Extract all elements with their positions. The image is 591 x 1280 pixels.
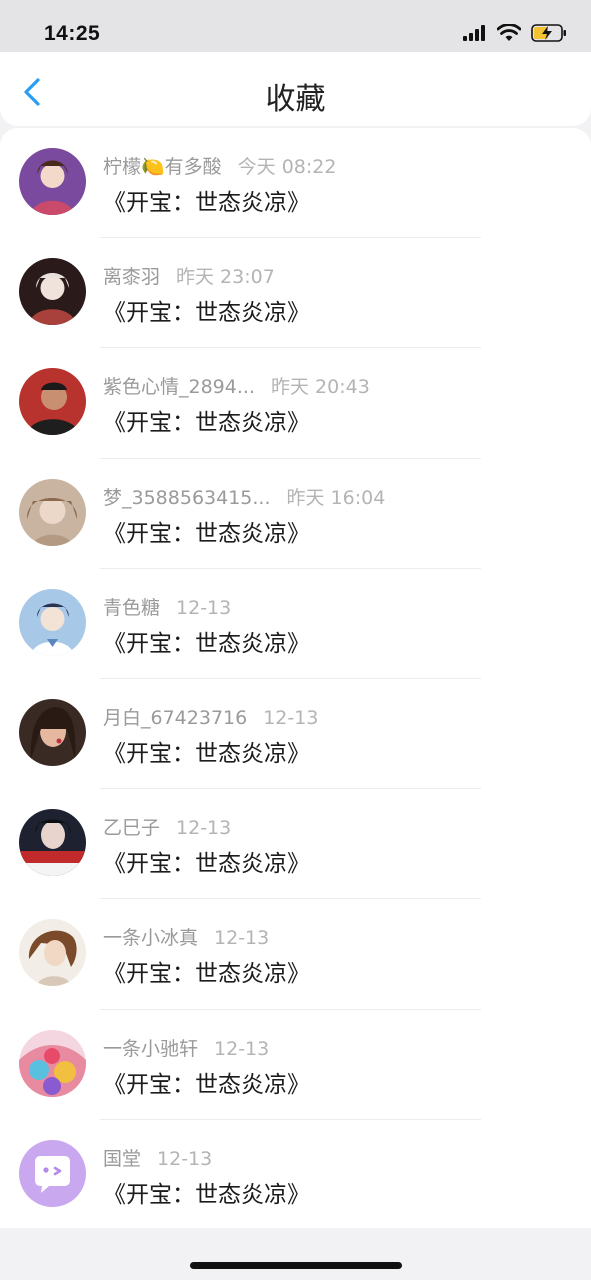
user-name[interactable]: 离桼羽 [103,266,160,288]
user-avatar-icon [19,809,86,877]
item-content[interactable]: 《开宝：世态炎凉》 [103,1065,310,1099]
item-content[interactable]: 《开宝：世态炎凉》 [103,403,310,437]
avatar[interactable] [19,588,86,656]
wifi-icon [497,24,521,41]
user-name[interactable]: 国堂 [103,1148,141,1170]
list-item[interactable]: 一条小冰真 12-13 《开宝：世态炎凉》 [0,899,591,1010]
user-name[interactable]: 月白_67423716 [103,707,247,729]
timestamp: 今天 08:22 [237,156,337,178]
item-content[interactable]: 《开宝：世态炎凉》 [103,954,310,988]
item-content[interactable]: 《开宝：世态炎凉》 [103,183,310,217]
item-content[interactable]: 《开宝：世态炎凉》 [103,734,310,768]
item-content[interactable]: 《开宝：世态炎凉》 [103,293,310,327]
list-item[interactable]: 青色糖 12-13 《开宝：世态炎凉》 [0,569,591,679]
item-meta: 梦_3588563415... 昨天 16:04 [103,483,385,510]
timestamp: 12-13 [214,927,270,950]
battery-charging-icon [531,24,566,42]
list-item[interactable]: 紫色心情_2894... 昨天 20:43 《开宝：世态炎凉》 [0,348,591,459]
user-name[interactable]: 一条小驰轩 [103,1038,198,1060]
avatar[interactable] [19,148,86,215]
avatar[interactable] [19,478,86,546]
list-item[interactable]: 月白_67423716 12-13 《开宝：世态炎凉》 [0,679,591,790]
home-indicator[interactable] [190,1262,402,1269]
status-time: 14:25 [44,22,101,45]
timestamp: 12-13 [214,1037,270,1060]
user-avatar-icon [19,588,86,656]
item-meta: 离桼羽 昨天 23:07 [103,262,275,289]
avatar[interactable] [19,368,86,436]
bottom-area [0,1228,591,1280]
list-item[interactable]: 柠檬🍋有多酸 今天 08:22 《开宝：世态炎凉》 [0,128,591,239]
cellular-signal-icon [463,25,485,41]
item-meta: 月白_67423716 12-13 [103,703,318,730]
item-content[interactable]: 《开宝：世态炎凉》 [103,624,310,658]
timestamp: 昨天 23:07 [176,266,275,289]
list-item[interactable]: 离桼羽 昨天 23:07 《开宝：世态炎凉》 [0,238,591,349]
timestamp: 昨天 16:04 [286,486,386,509]
item-content[interactable]: 《开宝：世态炎凉》 [103,1175,310,1209]
user-avatar-icon [19,368,86,436]
user-name[interactable]: 乙巳子 [103,817,160,839]
list-item[interactable]: 乙巳子 12-13 《开宝：世态炎凉》 [0,789,591,900]
timestamp: 12-13 [176,817,232,840]
user-avatar-icon [19,919,86,987]
avatar[interactable] [19,1029,86,1097]
list-item[interactable]: 国堂 12-13 《开宝：世态炎凉》 [0,1120,591,1228]
user-name[interactable]: 梦_3588563415... [103,487,271,509]
avatar[interactable] [19,258,86,326]
list-item[interactable]: 梦_3588563415... 昨天 16:04 《开宝：世态炎凉》 [0,459,591,569]
timestamp: 12-13 [263,706,319,729]
user-avatar-icon [19,258,86,326]
item-meta: 青色糖 12-13 [103,593,231,620]
item-meta: 乙巳子 12-13 [103,813,231,840]
avatar[interactable] [19,698,86,766]
timestamp: 12-13 [176,596,232,619]
navigation-bar: 收藏 [0,52,591,126]
list-item[interactable]: 一条小驰轩 12-13 《开宝：世态炎凉》 [0,1010,591,1120]
user-avatar-icon [19,1029,86,1097]
user-avatar-icon [19,478,86,546]
item-meta: 国堂 12-13 [103,1144,212,1171]
avatar[interactable] [19,809,86,877]
timestamp: 12-13 [157,1147,213,1170]
timestamp: 昨天 20:43 [270,376,370,399]
item-meta: 紫色心情_2894... 昨天 20:43 [103,372,370,399]
user-name[interactable]: 紫色心情_2894... [103,376,255,398]
status-bar: 14:25 [0,0,591,52]
avatar[interactable] [19,1139,86,1207]
status-icons [463,24,567,42]
user-name[interactable]: 柠檬🍋有多酸 [103,156,222,178]
avatar[interactable] [19,919,86,987]
user-name[interactable]: 一条小冰真 [103,927,198,949]
page-title: 收藏 [265,82,326,117]
default-avatar-icon [19,1139,86,1207]
item-content[interactable]: 《开宝：世态炎凉》 [103,514,310,548]
user-avatar-icon [19,698,86,766]
item-meta: 一条小冰真 12-13 [103,923,269,950]
item-content[interactable]: 《开宝：世态炎凉》 [103,844,310,878]
item-meta: 一条小驰轩 12-13 [103,1034,269,1061]
user-avatar-icon [19,148,86,215]
item-meta: 柠檬🍋有多酸 今天 08:22 [103,152,336,179]
user-name[interactable]: 青色糖 [103,597,160,619]
favorites-list: 柠檬🍋有多酸 今天 08:22 《开宝：世态炎凉》 离桼羽 昨天 23:07 《开宝… [0,128,591,1228]
